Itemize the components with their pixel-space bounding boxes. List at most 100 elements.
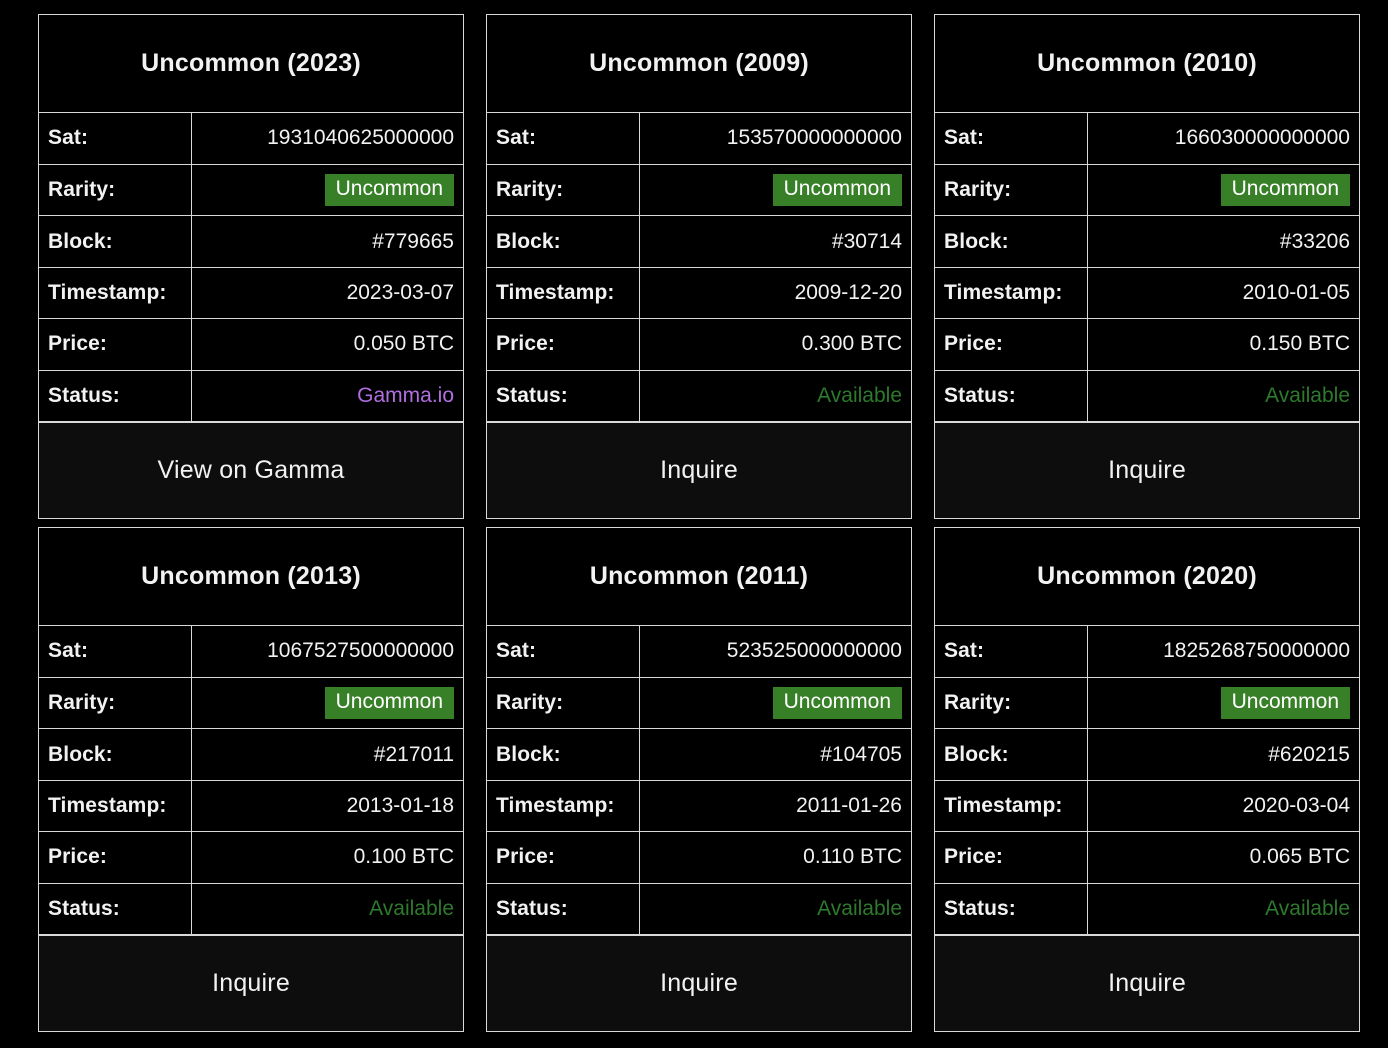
table-row-price: Price: 0.150 BTC xyxy=(935,319,1359,370)
rarity-badge: Uncommon xyxy=(325,174,454,207)
value-rarity: Uncommon xyxy=(1088,677,1359,728)
sat-details-table: Sat: 523525000000000 Rarity: Uncommon Bl… xyxy=(487,626,911,935)
label-sat: Sat: xyxy=(39,113,192,164)
status-badge[interactable]: Gamma.io xyxy=(357,384,454,407)
value-price: 0.100 BTC xyxy=(192,832,463,883)
status-badge: Available xyxy=(369,897,454,920)
table-row-sat: Sat: 1825268750000000 xyxy=(935,626,1359,677)
value-timestamp: 2013-01-18 xyxy=(192,780,463,831)
table-row-block: Block: #779665 xyxy=(39,216,463,267)
label-block: Block: xyxy=(935,216,1088,267)
table-row-rarity: Rarity: Uncommon xyxy=(487,164,911,215)
table-row-rarity: Rarity: Uncommon xyxy=(487,677,911,728)
table-row-status: Status: Available xyxy=(935,370,1359,421)
table-row-block: Block: #30714 xyxy=(487,216,911,267)
label-price: Price: xyxy=(39,832,192,883)
sat-card[interactable]: Uncommon (2010) Sat: 166030000000000 Rar… xyxy=(934,14,1360,519)
table-row-timestamp: Timestamp: 2013-01-18 xyxy=(39,780,463,831)
card-action-button[interactable]: Inquire xyxy=(39,935,463,1031)
table-row-sat: Sat: 1931040625000000 xyxy=(39,113,463,164)
table-row-block: Block: #217011 xyxy=(39,729,463,780)
sat-card[interactable]: Uncommon (2023) Sat: 1931040625000000 Ra… xyxy=(38,14,464,519)
sat-details-table: Sat: 153570000000000 Rarity: Uncommon Bl… xyxy=(487,113,911,422)
label-sat: Sat: xyxy=(487,626,640,677)
label-status: Status: xyxy=(39,883,192,934)
table-row-timestamp: Timestamp: 2020-03-04 xyxy=(935,780,1359,831)
sat-card[interactable]: Uncommon (2009) Sat: 153570000000000 Rar… xyxy=(486,14,912,519)
card-action-button[interactable]: Inquire xyxy=(935,422,1359,518)
rarity-badge: Uncommon xyxy=(773,174,902,207)
label-price: Price: xyxy=(935,319,1088,370)
sat-details-table: Sat: 1931040625000000 Rarity: Uncommon B… xyxy=(39,113,463,422)
table-row-timestamp: Timestamp: 2010-01-05 xyxy=(935,267,1359,318)
card-action-button[interactable]: Inquire xyxy=(935,935,1359,1031)
label-rarity: Rarity: xyxy=(935,164,1088,215)
value-timestamp: 2020-03-04 xyxy=(1088,780,1359,831)
value-sat: 1825268750000000 xyxy=(1088,626,1359,677)
label-block: Block: xyxy=(487,216,640,267)
card-action-button[interactable]: View on Gamma xyxy=(39,422,463,518)
label-timestamp: Timestamp: xyxy=(39,267,192,318)
label-block: Block: xyxy=(935,729,1088,780)
value-price: 0.065 BTC xyxy=(1088,832,1359,883)
label-sat: Sat: xyxy=(39,626,192,677)
table-row-rarity: Rarity: Uncommon xyxy=(39,164,463,215)
value-sat: 166030000000000 xyxy=(1088,113,1359,164)
rarity-badge: Uncommon xyxy=(1221,687,1350,720)
value-price: 0.150 BTC xyxy=(1088,319,1359,370)
value-block: #779665 xyxy=(192,216,463,267)
label-status: Status: xyxy=(487,370,640,421)
table-row-status: Status: Available xyxy=(39,883,463,934)
value-price: 0.110 BTC xyxy=(640,832,911,883)
status-badge: Available xyxy=(817,384,902,407)
label-price: Price: xyxy=(39,319,192,370)
card-action-button[interactable]: Inquire xyxy=(487,935,911,1031)
sat-card[interactable]: Uncommon (2013) Sat: 1067527500000000 Ra… xyxy=(38,527,464,1032)
label-price: Price: xyxy=(487,832,640,883)
sat-card[interactable]: Uncommon (2020) Sat: 1825268750000000 Ra… xyxy=(934,527,1360,1032)
label-sat: Sat: xyxy=(487,113,640,164)
value-sat: 1067527500000000 xyxy=(192,626,463,677)
table-row-price: Price: 0.110 BTC xyxy=(487,832,911,883)
table-row-status: Status: Available xyxy=(487,370,911,421)
label-rarity: Rarity: xyxy=(487,164,640,215)
value-status: Available xyxy=(1088,883,1359,934)
value-price: 0.300 BTC xyxy=(640,319,911,370)
label-rarity: Rarity: xyxy=(39,677,192,728)
table-row-price: Price: 0.300 BTC xyxy=(487,319,911,370)
value-rarity: Uncommon xyxy=(192,164,463,215)
value-sat: 153570000000000 xyxy=(640,113,911,164)
status-badge: Available xyxy=(817,897,902,920)
sat-details-table: Sat: 166030000000000 Rarity: Uncommon Bl… xyxy=(935,113,1359,422)
table-row-status: Status: Available xyxy=(487,883,911,934)
table-row-timestamp: Timestamp: 2023-03-07 xyxy=(39,267,463,318)
value-timestamp: 2010-01-05 xyxy=(1088,267,1359,318)
table-row-price: Price: 0.100 BTC xyxy=(39,832,463,883)
sat-details-table: Sat: 1067527500000000 Rarity: Uncommon B… xyxy=(39,626,463,935)
sat-card[interactable]: Uncommon (2011) Sat: 523525000000000 Rar… xyxy=(486,527,912,1032)
label-status: Status: xyxy=(935,370,1088,421)
label-rarity: Rarity: xyxy=(935,677,1088,728)
value-block: #620215 xyxy=(1088,729,1359,780)
value-status: Available xyxy=(192,883,463,934)
value-block: #30714 xyxy=(640,216,911,267)
value-timestamp: 2011-01-26 xyxy=(640,780,911,831)
label-sat: Sat: xyxy=(935,626,1088,677)
value-sat: 1931040625000000 xyxy=(192,113,463,164)
rarity-badge: Uncommon xyxy=(773,687,902,720)
value-rarity: Uncommon xyxy=(640,677,911,728)
table-row-rarity: Rarity: Uncommon xyxy=(39,677,463,728)
value-rarity: Uncommon xyxy=(1088,164,1359,215)
label-price: Price: xyxy=(935,832,1088,883)
table-row-status: Status: Gamma.io xyxy=(39,370,463,421)
table-row-timestamp: Timestamp: 2011-01-26 xyxy=(487,780,911,831)
value-block: #33206 xyxy=(1088,216,1359,267)
card-action-button[interactable]: Inquire xyxy=(487,422,911,518)
label-block: Block: xyxy=(39,729,192,780)
table-row-rarity: Rarity: Uncommon xyxy=(935,677,1359,728)
label-sat: Sat: xyxy=(935,113,1088,164)
value-status: Available xyxy=(1088,370,1359,421)
label-timestamp: Timestamp: xyxy=(487,267,640,318)
value-status: Available xyxy=(640,883,911,934)
value-timestamp: 2009-12-20 xyxy=(640,267,911,318)
